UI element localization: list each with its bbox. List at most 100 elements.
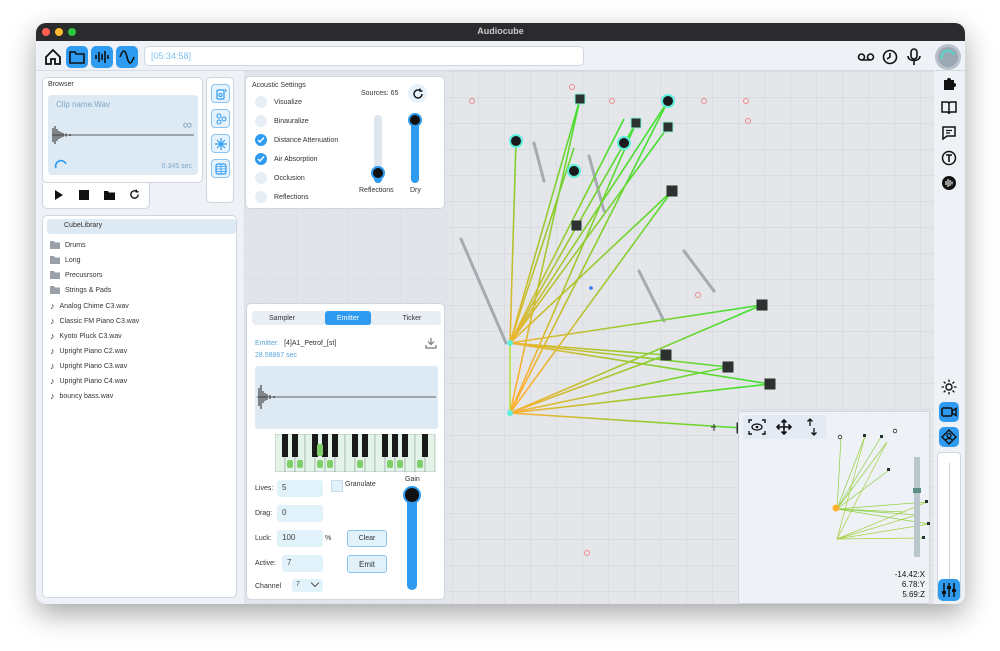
reflections-slider[interactable] [371,115,385,183]
acoustic-title: Acoustic Settings [252,82,306,89]
option-air-absorption[interactable]: Air Absorption [255,153,318,165]
option-reflections[interactable]: Reflections [255,191,309,203]
audio-analyze-button[interactable] [939,173,959,193]
stop-icon[interactable] [79,190,89,200]
dry-slider[interactable] [408,113,422,183]
granulate-checkbox[interactable] [331,480,343,492]
library-folder-item[interactable]: Long [50,256,81,264]
home-icon [45,48,61,65]
puzzle-button[interactable] [939,73,959,93]
listener-button[interactable] [939,427,959,447]
gain-label: Gain [405,476,420,483]
open-folder-button[interactable] [66,46,88,68]
acoustic-settings-panel: Acoustic Settings Sources: 65 Visualize … [245,76,445,209]
sine-wave-button[interactable] [116,46,138,68]
reflections-slider-knob[interactable] [371,165,385,180]
option-occlusion[interactable]: Occlusion [255,172,305,184]
library-file-label: bouncy bass.wav [59,392,114,400]
mixer-button[interactable] [938,579,960,601]
lives-input[interactable]: 5 [277,480,323,497]
occlusion-checkbox[interactable] [255,172,267,184]
avatar[interactable] [935,44,961,70]
time-display[interactable]: [05:34:58] [144,46,584,66]
record-mic-button[interactable] [903,46,925,68]
library-file-label: Kyoto Pluck C3.wav [59,332,122,340]
refresh-icon[interactable] [129,189,140,200]
library-file-item[interactable]: ♪ bouncy bass.wav [50,391,113,401]
binauralize-checkbox[interactable] [255,115,267,127]
luck-input[interactable]: 100 [277,530,323,547]
nodes-button[interactable] [211,109,230,128]
clip-progress-icon [54,159,67,169]
piano-keyboard[interactable] [275,434,437,472]
folder-icon [50,256,60,264]
library-file-item[interactable]: ♪ Upright Piano C3.wav [50,361,127,371]
music-note-icon: ♪ [50,346,55,356]
library-folder-item[interactable]: Drums [50,241,86,249]
air-absorption-checkbox[interactable] [255,153,267,165]
listener-marker[interactable] [507,340,513,346]
history-button[interactable] [879,46,901,68]
library-folder-item[interactable]: Precusrsors [50,271,102,279]
feedback-button[interactable] [939,123,959,143]
option-binauralize[interactable]: Binauralize [255,115,309,127]
refresh-sources-button[interactable] [408,84,427,103]
music-note-icon: ♪ [50,301,55,311]
library-file-item[interactable]: ♪ Classic FM Piano C3.wav [50,316,139,326]
tab-sampler[interactable]: Sampler [252,311,312,325]
brightness-button[interactable] [939,377,959,397]
option-visualize[interactable]: Visualize [255,96,302,108]
video-camera-icon [941,407,957,417]
library-header[interactable]: ← CubeLibrary [47,219,236,234]
grid-button[interactable] [211,159,230,178]
option-distance-attenuation[interactable]: Distance Attenuation [255,134,338,146]
clip-name: Clip name.Wav [56,100,110,109]
music-note-icon: ♪ [50,316,55,326]
library-file-item[interactable]: ♪ Upright Piano C4.wav [50,376,127,386]
drag-input[interactable]: 0 [277,505,323,522]
text-tool-button[interactable] [939,148,959,168]
waveform-view-button[interactable] [91,46,113,68]
active-input[interactable]: 7 [282,555,323,572]
library-header-label: CubeLibrary [64,222,103,229]
tab-emitter[interactable]: Emitter [325,311,371,325]
clear-button[interactable]: Clear [347,530,387,547]
camera-button[interactable] [939,402,959,422]
sources-count: Sources: 65 [361,90,399,97]
channel-select[interactable]: 7 [292,579,323,592]
occlusion-label: Occlusion [274,174,305,182]
gain-slider[interactable] [403,486,421,590]
minimap-height-bar [914,457,920,557]
home-button[interactable] [42,46,64,68]
library-file-item[interactable]: ♪ Analog Chime C3.wav [50,301,129,311]
download-icon[interactable] [425,337,437,349]
library-file-item[interactable]: ♪ Upright Piano C2.wav [50,346,127,356]
voicemail-button[interactable] [855,46,877,68]
library-file-label: Classic FM Piano C3.wav [59,317,140,325]
play-icon[interactable] [54,190,64,200]
snowflake-icon [214,137,227,150]
tab-ticker[interactable]: Ticker [382,311,442,325]
emitter-waveform[interactable] [255,366,438,429]
audio-source-button[interactable] [211,84,230,103]
minimap-panel[interactable]: -14.42:X 6.78:Y 5.69:Z [738,411,930,604]
listener-marker[interactable] [507,410,513,416]
gain-slider-knob[interactable] [403,486,421,504]
folder-icon[interactable] [104,190,115,200]
manual-button[interactable] [939,98,959,118]
chevron-down-icon [311,582,319,588]
library-file-item[interactable]: ♪ Kyoto Pluck C3.wav [50,331,122,341]
emit-button[interactable]: Emit [347,555,387,573]
puzzle-icon [944,78,956,90]
clip-preview[interactable]: Clip name.Wav ∞ 0.345 sec [48,95,198,175]
visualize-checkbox[interactable] [255,96,267,108]
distance-attenuation-checkbox[interactable] [255,134,267,146]
nodes-icon [216,113,226,124]
folder-icon [69,51,85,64]
dry-slider-knob[interactable] [408,113,422,127]
app-window: Audiocube [05:34:58] Browser Clip name.W… [36,23,965,604]
snowflake-button[interactable] [211,134,230,153]
reflections-checkbox[interactable] [255,191,267,203]
library-folder-item[interactable]: Strings & Pads [50,286,111,294]
waveform-icon [95,51,109,63]
